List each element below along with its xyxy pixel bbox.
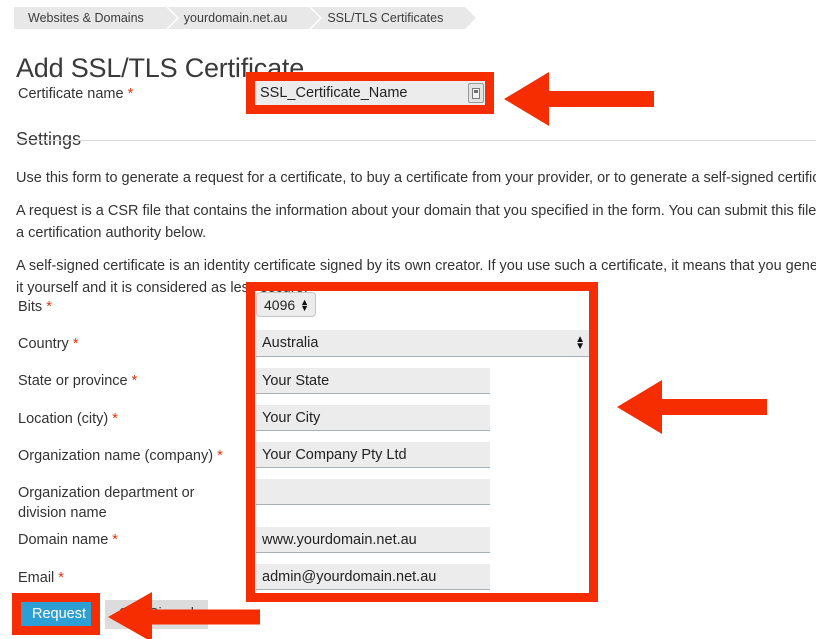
domain-name-input[interactable] — [256, 527, 490, 553]
state-input[interactable] — [256, 368, 490, 394]
state-label: State or province * — [18, 371, 137, 391]
label-text: State or province — [18, 373, 128, 389]
bits-value: 4096 — [264, 296, 296, 313]
label-text: Organization name (company) — [18, 448, 214, 464]
description-paragraph-3: A self-signed certificate is an identity… — [16, 257, 816, 296]
required-marker: * — [72, 336, 79, 352]
required-marker: * — [217, 448, 223, 464]
form-autofill-icon[interactable] — [468, 83, 484, 103]
annotation-arrow-form-fields — [617, 380, 767, 434]
country-label: Country * — [18, 334, 78, 354]
certificate-name-input[interactable] — [254, 80, 490, 106]
email-input[interactable] — [256, 564, 490, 590]
required-marker: * — [46, 299, 52, 315]
self-signed-button[interactable]: Self-Signed — [105, 600, 208, 629]
organization-label: Organization name (company) * — [18, 446, 223, 466]
certificate-name-label: Certificate name * — [18, 84, 133, 104]
breadcrumb-label: yourdomain.net.au — [183, 11, 288, 25]
page-root: Websites & Domains yourdomain.net.au SSL… — [0, 0, 816, 639]
department-input[interactable] — [256, 479, 490, 505]
breadcrumb-item-websites-domains[interactable]: Websites & Domains — [14, 7, 179, 29]
section-divider — [16, 140, 816, 141]
email-label: Email * — [18, 568, 64, 588]
required-marker: * — [127, 86, 134, 102]
label-text: Organization department or division name — [18, 485, 195, 521]
breadcrumb: Websites & Domains yourdomain.net.au SSL… — [14, 7, 479, 29]
city-label: Location (city) * — [18, 409, 118, 429]
arrow-tail — [661, 399, 767, 415]
arrow-head-icon — [504, 72, 549, 126]
arrow-tail — [548, 91, 654, 107]
description-paragraph-2: A request is a CSR file that contains th… — [16, 202, 816, 241]
chevron-updown-icon: ▲ ▼ — [300, 296, 310, 313]
required-marker: * — [112, 411, 118, 427]
bits-label: Bits * — [18, 297, 52, 317]
request-button[interactable]: Request — [20, 600, 99, 629]
description-paragraph-1: Use this form to generate a request for … — [16, 169, 816, 186]
domain-name-label: Domain name * — [18, 530, 118, 550]
label-text: Country — [18, 336, 69, 352]
city-input[interactable] — [256, 405, 490, 431]
breadcrumb-item-domain[interactable]: yourdomain.net.au — [167, 7, 322, 29]
arrow-head-icon — [617, 380, 662, 434]
breadcrumb-item-ssl-tls-certificates[interactable]: SSL/TLS Certificates — [311, 7, 479, 29]
organization-input[interactable] — [256, 442, 490, 468]
annotation-arrow-certificate-name — [504, 72, 654, 126]
breadcrumb-label: Websites & Domains — [28, 11, 144, 25]
required-marker: * — [131, 373, 138, 389]
label-text: Bits — [18, 299, 43, 315]
bits-select[interactable]: 4096 ▲ ▼ — [256, 292, 317, 317]
chevron-updown-icon: ▲ ▼ — [575, 334, 585, 352]
label-text: Location (city) — [18, 411, 109, 427]
required-marker: * — [112, 532, 118, 548]
breadcrumb-label: SSL/TLS Certificates — [327, 11, 444, 25]
required-marker: * — [58, 570, 64, 586]
label-text: Domain name — [18, 532, 109, 548]
autofill-glyph — [472, 87, 480, 99]
country-value: Australia — [262, 335, 319, 351]
label-text: Certificate name — [18, 86, 124, 102]
department-label: Organization department or division name — [18, 483, 238, 523]
label-text: Email — [18, 570, 55, 586]
country-select[interactable]: Australia ▲ ▼ — [256, 330, 592, 357]
